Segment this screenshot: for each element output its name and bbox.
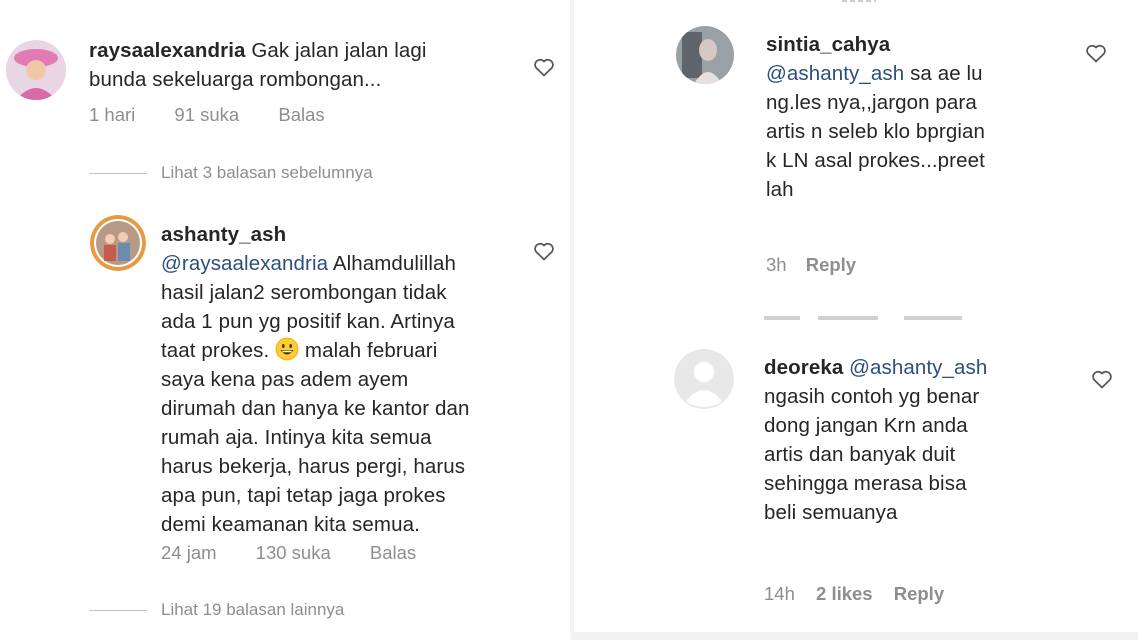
reply-button[interactable]: Reply [894, 583, 944, 604]
grinning-face-emoji [275, 337, 299, 361]
clipped-meta-fragment [764, 316, 974, 324]
likes-count[interactable]: 2 likes [816, 583, 873, 604]
comment-text: ngasih contoh yg benar [764, 385, 980, 408]
comment-text: sehingga merasa bisa [764, 472, 967, 495]
view-previous-label[interactable]: Lihat 3 balasan sebelumnya [161, 163, 373, 183]
reply-text: apa pun, tapi tetap jaga prokes [161, 484, 446, 507]
left-screenshot-panel: raysaalexandria Gak jalan jalan lagi bun… [0, 0, 566, 640]
likes-count[interactable]: 91 suka [174, 104, 239, 125]
view-more-label[interactable]: Lihat 19 balasan lainnya [161, 600, 344, 620]
heart-icon[interactable] [532, 55, 556, 79]
reply-meta: 24 jam 130 suka Balas [161, 542, 450, 564]
avatar-deoreka[interactable] [674, 349, 734, 409]
avatar-sintia-cahya[interactable] [676, 26, 734, 84]
divider [89, 172, 147, 174]
reply-text: taat prokes. [161, 339, 270, 362]
heart-icon[interactable] [532, 239, 556, 263]
reply-text: ada 1 pun yg positif kan. Artinya [161, 310, 455, 333]
comment-meta: 14h 2 likes Reply [764, 583, 978, 605]
view-more-replies[interactable]: Lihat 19 balasan lainnya [89, 600, 344, 620]
divider [89, 609, 147, 611]
username[interactable]: sintia_cahya [766, 30, 1066, 59]
reply-text: saya kena pas adem ayem [161, 368, 409, 391]
comment-text: Gak jalan jalan lagi [251, 39, 427, 62]
heart-icon[interactable] [1084, 41, 1108, 65]
comment-text: artis dan banyak duit [764, 443, 956, 466]
comment-text: lah [766, 178, 794, 201]
comment-text: ng.les nya,,jargon para [766, 91, 977, 114]
reply-text: malah februari [304, 339, 438, 362]
view-previous-replies[interactable]: Lihat 3 balasan sebelumnya [89, 163, 373, 183]
comment-body: raysaalexandria Gak jalan jalan lagi bun… [89, 36, 539, 94]
timestamp: 1 hari [89, 104, 136, 125]
divider [574, 325, 1138, 326]
reply-button[interactable]: Reply [806, 254, 856, 275]
reply-body: ashanty_ash @raysaalexandria Alhamdulill… [161, 220, 541, 539]
timestamp: 24 jam [161, 542, 217, 563]
comment-text: artis n seleb klo bprgian [766, 120, 986, 143]
comment-body: deoreka @ashanty_ash ngasih contoh yg be… [764, 353, 1064, 527]
bottom-divider [574, 632, 1138, 640]
comment-text: k LN asal prokes...preet [766, 149, 985, 172]
username[interactable]: raysaalexandria [89, 39, 246, 62]
mention-link[interactable]: @raysaalexandria [161, 252, 328, 275]
username[interactable]: ashanty_ash [161, 220, 541, 249]
mention-link[interactable]: @ashanty_ash [849, 356, 987, 379]
reply-text: Alhamdulillah [332, 252, 457, 275]
likes-count[interactable]: 130 suka [256, 542, 331, 563]
mention-link[interactable]: @ashanty_ash [766, 62, 904, 85]
comment-text: sa ae lu [910, 62, 983, 85]
comment-meta: 3h Reply [766, 254, 890, 276]
comment-body: sintia_cahya @ashanty_ash sa ae lu ng.le… [766, 30, 1066, 204]
reply-button[interactable]: Balas [370, 542, 416, 563]
avatar-raysaalexandria[interactable] [6, 40, 66, 100]
comment-text: bunda sekeluarga rombongan... [89, 68, 382, 91]
reply-text: harus bekerja, harus pergi, harus [161, 455, 466, 478]
reply-text: hasil jalan2 serombongan tidak [161, 281, 447, 304]
comment-text: dong jangan Krn anda [764, 414, 968, 437]
comment-meta: 1 hari 91 suka Balas [89, 104, 359, 126]
avatar-ashanty-ash[interactable] [90, 215, 146, 271]
clipped-meta-fragment [842, 0, 876, 2]
comment-text: beli semuanya [764, 501, 898, 524]
reply-text: demi keamanan kita semua. [161, 513, 420, 536]
username[interactable]: deoreka [764, 356, 843, 379]
timestamp: 14h [764, 583, 795, 604]
reply-button[interactable]: Balas [278, 104, 324, 125]
heart-icon[interactable] [1090, 367, 1114, 391]
right-screenshot-panel: sintia_cahya @ashanty_ash sa ae lu ng.le… [570, 0, 1138, 640]
reply-text: rumah aja. Intinya kita semua [161, 426, 432, 449]
timestamp: 3h [766, 254, 787, 275]
reply-text: dirumah dan hanya ke kantor dan [161, 397, 470, 420]
